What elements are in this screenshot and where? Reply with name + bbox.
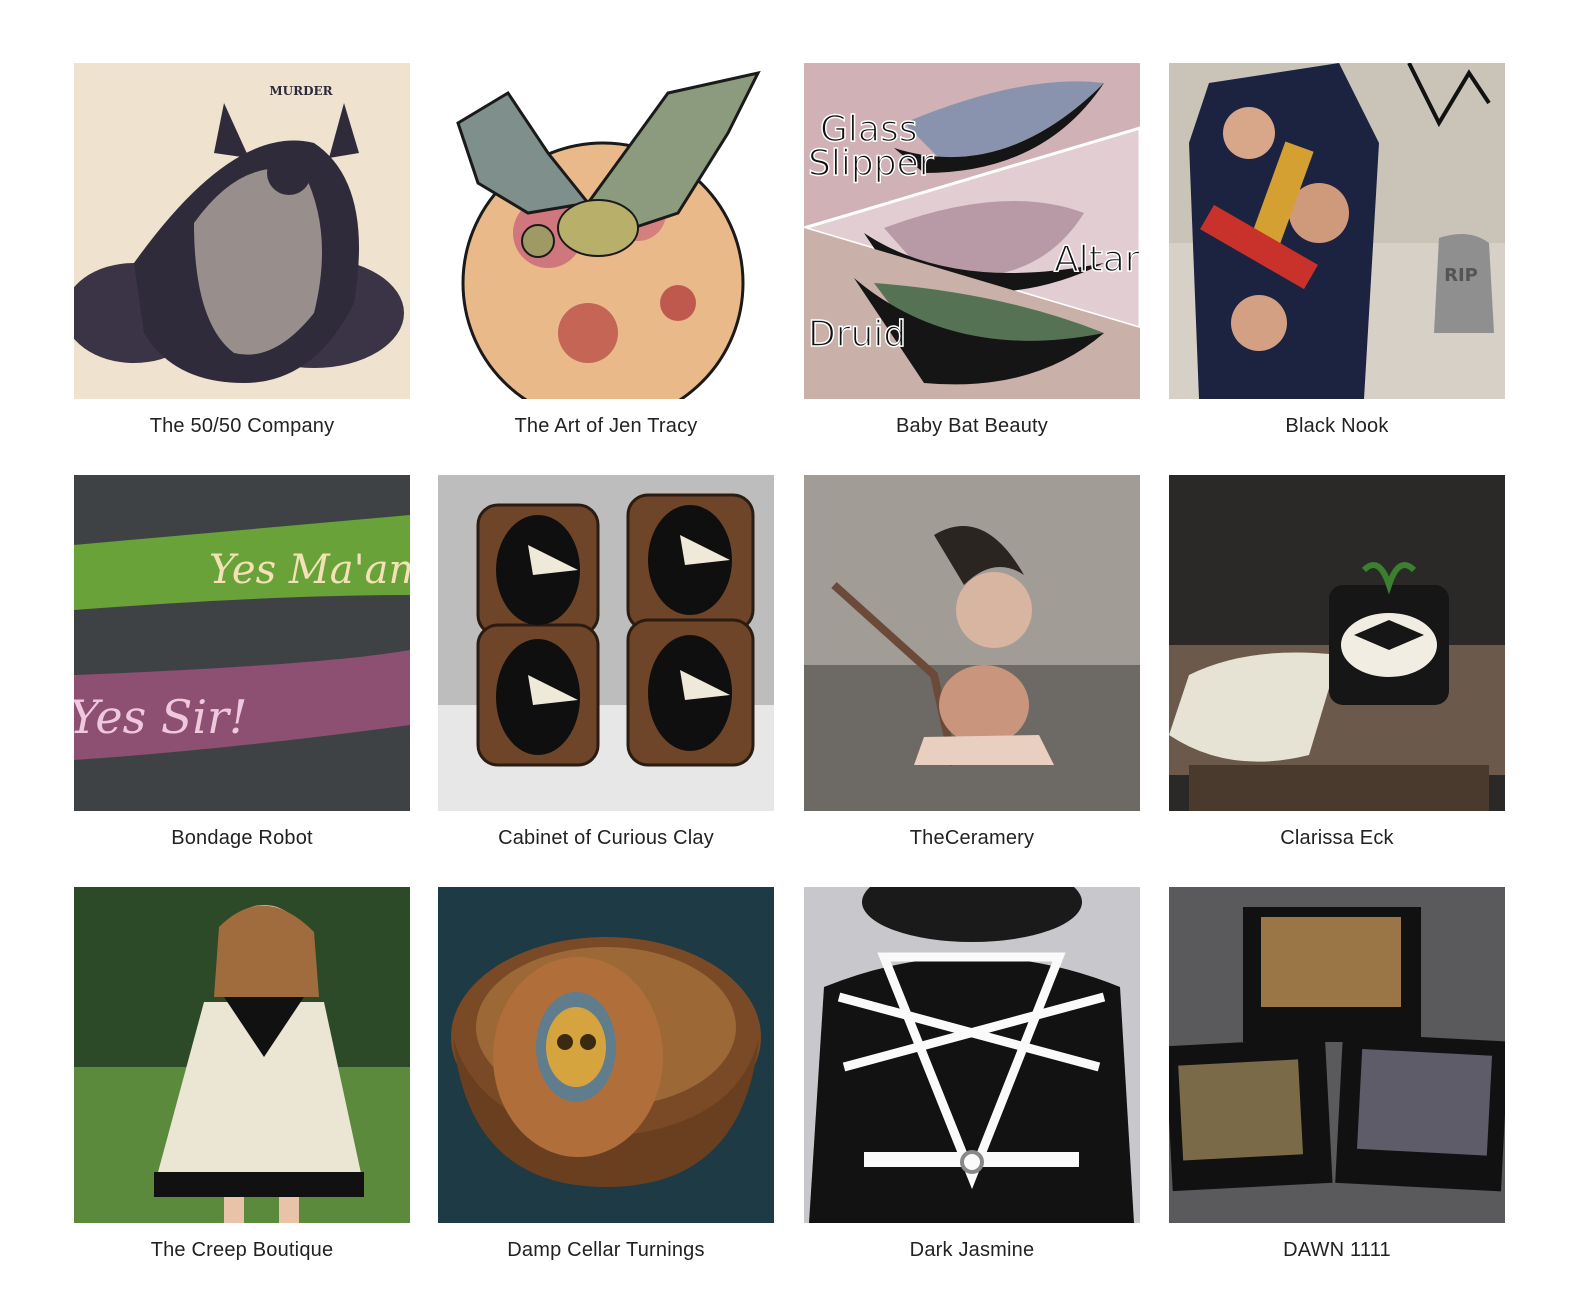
- vendor-name[interactable]: Cabinet of Curious Clay: [438, 825, 774, 851]
- vendor-image-murder-cat[interactable]: MURDER: [74, 63, 410, 399]
- vendor-name[interactable]: TheCeramery: [804, 825, 1140, 851]
- vendor-image-doll-bird[interactable]: [804, 475, 1140, 811]
- vendor-name[interactable]: The Art of Jen Tracy: [438, 413, 774, 439]
- vendor-name[interactable]: Baby Bat Beauty: [804, 413, 1140, 439]
- vendor-name[interactable]: DAWN 1111: [1169, 1237, 1505, 1263]
- vendor-name[interactable]: Damp Cellar Turnings: [438, 1237, 774, 1263]
- image-label: Druid: [808, 314, 906, 355]
- image-text: RIP: [1444, 265, 1478, 286]
- vendor-image-skull-bowl[interactable]: [438, 887, 774, 1223]
- image-label: Yes Sir!: [74, 690, 248, 744]
- vendor-name[interactable]: Clarissa Eck: [1169, 825, 1505, 851]
- image-label: Altar: [1054, 239, 1140, 280]
- vendor-image-eyeshadow[interactable]: Glass Slipper Altar Druid: [804, 63, 1140, 399]
- vendor-name[interactable]: Black Nook: [1169, 413, 1505, 439]
- vendor-image-mugs[interactable]: [438, 475, 774, 811]
- vendor-image-moth-planter[interactable]: [1169, 475, 1505, 811]
- vendor-image-bat-moon[interactable]: [438, 63, 774, 399]
- image-label: Yes Ma'am: [209, 547, 410, 593]
- vendor-name[interactable]: Dark Jasmine: [804, 1237, 1140, 1263]
- vendor-name[interactable]: The 50/50 Company: [74, 413, 410, 439]
- vendor-grid: MURDER The 50/50 Company The Art of Jen …: [0, 0, 1577, 1293]
- vendor-image-harness[interactable]: [804, 887, 1140, 1223]
- image-label: Slipper: [808, 143, 934, 184]
- vendor-name[interactable]: Bondage Robot: [74, 825, 410, 851]
- vendor-image-coffin-bag[interactable]: RIP: [1169, 63, 1505, 399]
- vendor-image-halloween-dress[interactable]: [74, 887, 410, 1223]
- vendor-name[interactable]: The Creep Boutique: [74, 1237, 410, 1263]
- image-text: MURDER: [269, 84, 333, 98]
- vendor-image-framed-prints[interactable]: [1169, 887, 1505, 1223]
- vendor-image-paddles[interactable]: Yes Ma'am Yes Sir!: [74, 475, 410, 811]
